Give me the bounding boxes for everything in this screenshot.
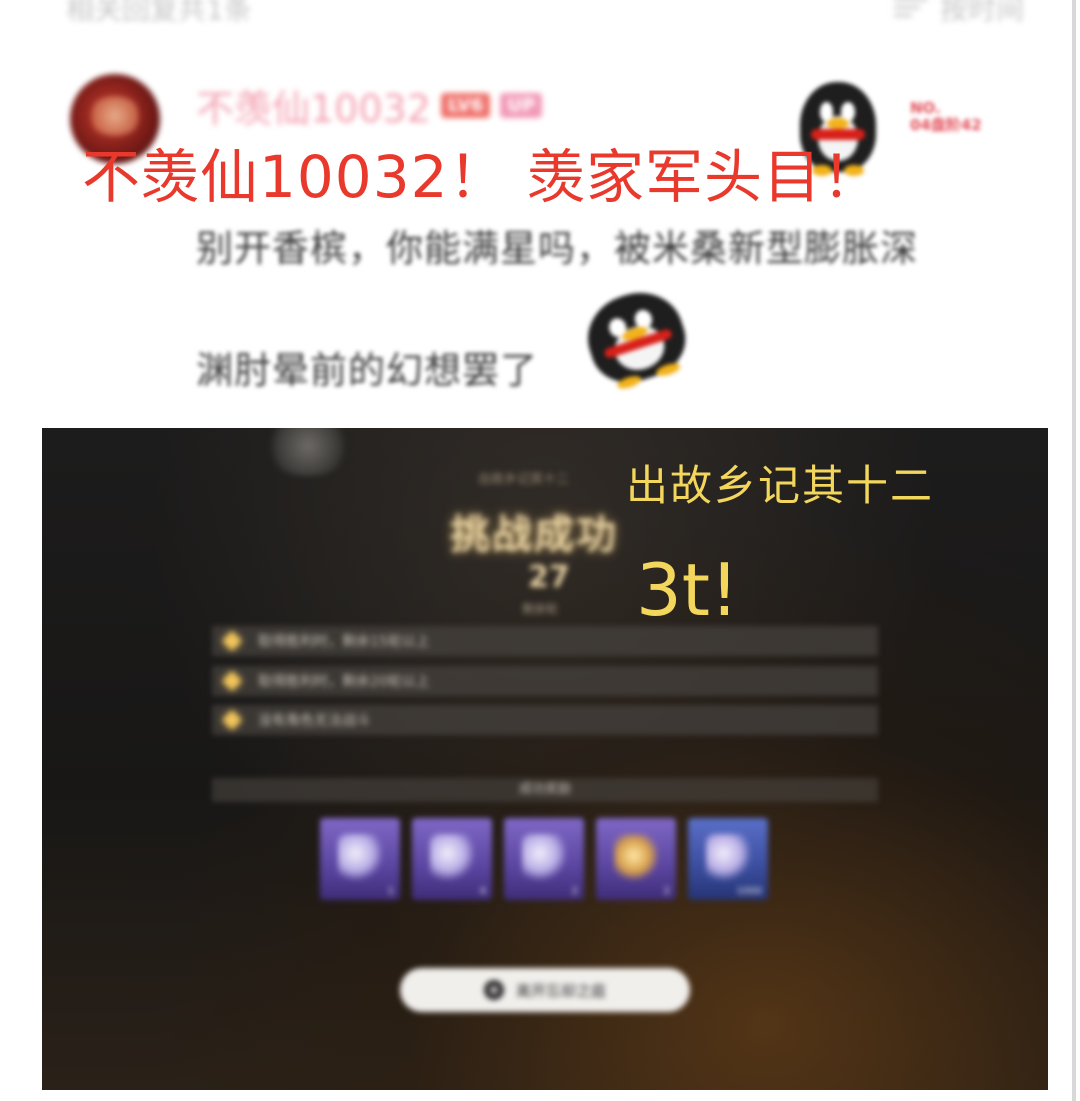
rewards-list: 1 4 2 2 1000 bbox=[320, 818, 768, 900]
fuel-icon[interactable]: 2 bbox=[596, 818, 676, 900]
star-icon bbox=[222, 631, 242, 651]
qq-penguin-icon bbox=[577, 281, 695, 393]
comment-text-line: 别开香槟，你能满星吗，被米桑新型膨胀深 bbox=[196, 227, 918, 270]
user-info-row: 不羡仙10032 LV6 UP bbox=[196, 78, 543, 133]
reply-count-label: 相关回复共1条 bbox=[66, 0, 252, 26]
level-badge: LV6 bbox=[440, 93, 491, 118]
condition-row: 取得胜利时，剩余15轮以上 bbox=[212, 626, 878, 656]
ticket-icon[interactable]: 1000 bbox=[688, 818, 768, 900]
username[interactable]: 不羡仙10032 bbox=[196, 78, 431, 133]
up-badge: UP bbox=[500, 93, 543, 118]
game-result-screenshot[interactable]: 出故乡记其十二 挑战成功 27 剩余轮 取得胜利时，剩余15轮以上 取得胜利时，… bbox=[42, 428, 1048, 1090]
exit-icon bbox=[483, 980, 504, 1000]
star-icon bbox=[222, 671, 242, 691]
list-header: 相关回复共1条 按时间 bbox=[0, 0, 1080, 30]
sort-icon bbox=[893, 0, 928, 18]
headline-overlay: 不羡仙10032！ 羡家军头目！ bbox=[82, 143, 881, 211]
round-caption: 剩余轮 bbox=[522, 602, 559, 616]
rewards-header: 成功奖励 bbox=[212, 778, 878, 802]
leave-button[interactable]: 离开忘却之庭 bbox=[400, 968, 690, 1012]
stage-name-overlay: 出故乡记其十二 bbox=[626, 461, 935, 510]
sort-label: 按时间 bbox=[939, 0, 1024, 26]
scrollbar[interactable] bbox=[1072, 0, 1076, 1101]
sort-button[interactable]: 按时间 bbox=[893, 0, 1024, 28]
character-exp-icon[interactable]: 4 bbox=[412, 818, 492, 900]
condition-row: 没有角色无法战斗 bbox=[212, 705, 878, 735]
challenge-success-title: 挑战成功 bbox=[450, 512, 618, 558]
comment-text-line: 渊肘晕前的幻想罢了 bbox=[196, 349, 538, 392]
relic-icon[interactable]: 1 bbox=[320, 818, 400, 900]
game-result-content: 出故乡记其十二 挑战成功 27 剩余轮 取得胜利时，剩余15轮以上 取得胜利时，… bbox=[42, 428, 1048, 1090]
floor-label: NO. 04盘阶42 bbox=[910, 99, 982, 134]
round-number: 27 bbox=[528, 560, 570, 595]
condition-row: 取得胜利时，剩余20轮以上 bbox=[212, 666, 878, 696]
star-icon bbox=[222, 710, 242, 730]
stage-subtitle: 出故乡记其十二 bbox=[478, 472, 570, 487]
emblem-icon bbox=[264, 428, 352, 476]
weapon-icon[interactable]: 2 bbox=[504, 818, 584, 900]
turns-overlay: 3t! bbox=[636, 548, 739, 632]
